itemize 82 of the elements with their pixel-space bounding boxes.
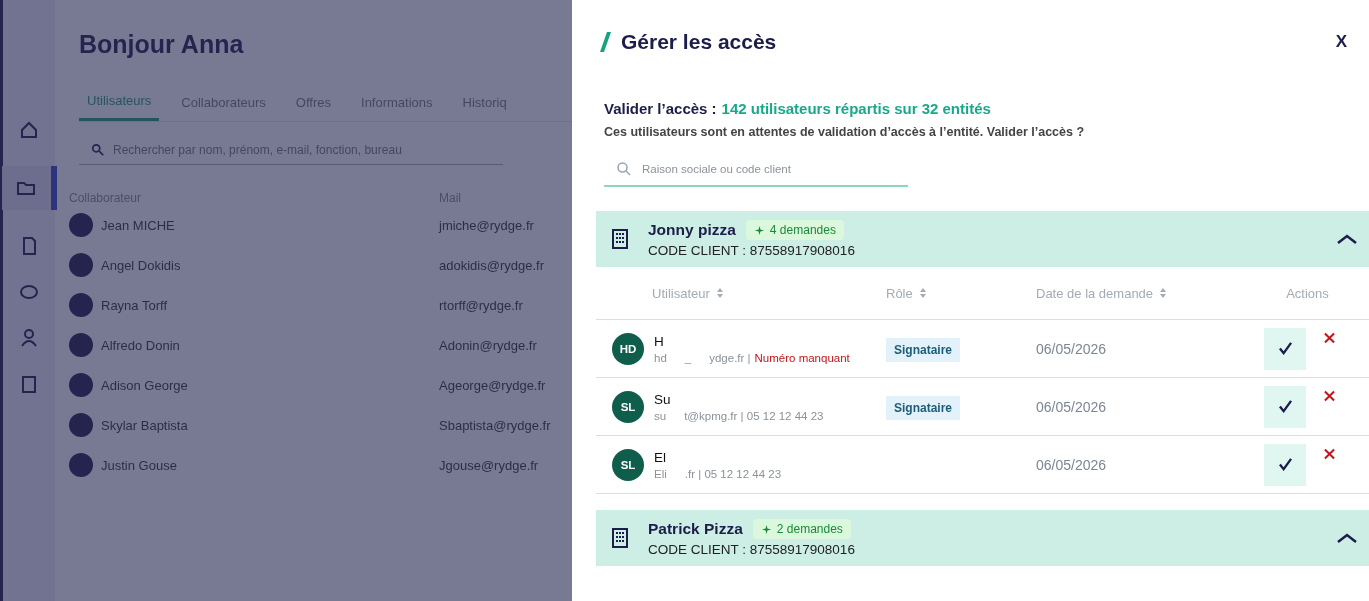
user-contact: su (654, 409, 667, 422)
search-icon (616, 161, 632, 177)
user-contact: hd (654, 351, 667, 364)
chevron-icon[interactable] (1337, 533, 1357, 543)
avatar (69, 453, 93, 477)
user-name: Skylar Baptista (101, 417, 189, 433)
request-count-badge: 4 demandes (745, 220, 844, 240)
entity-header[interactable]: Jonny pizza 4 demandes CODE CLIENT : 87558917908016 (596, 211, 1369, 267)
checkmark-icon (1277, 342, 1293, 355)
tab[interactable]: Utilisateurs (79, 89, 160, 121)
client-code: CODE CLIENT : 87558917908016 (648, 243, 856, 258)
approve-button[interactable] (1264, 443, 1306, 486)
client-code: CODE CLIENT : 87558917908016 (648, 542, 856, 557)
user-name: Justin Gouse (101, 457, 178, 473)
avatar: SL (612, 448, 644, 481)
sort-icon[interactable] (716, 288, 723, 298)
user-email: jmiche@rydge.fr (439, 217, 534, 233)
person-icon[interactable] (19, 328, 39, 348)
close-icon (1324, 389, 1335, 402)
entity-name: Patrick Pizza (648, 520, 743, 538)
building-icon (612, 229, 628, 249)
close-icon (1324, 447, 1335, 460)
avatar (69, 253, 93, 277)
user-email: Adonin@rydge.fr (439, 337, 537, 353)
avatar: HD (612, 332, 644, 365)
request-count-badge: 2 demandes (752, 519, 851, 539)
close-button[interactable]: X (1331, 30, 1351, 54)
avatar (69, 413, 93, 437)
missing-number-warning: Numéro manquant (754, 351, 850, 364)
column-header[interactable]: Utilisateur (652, 285, 710, 301)
intro-label: Valider l’accès : (604, 100, 717, 117)
checkmark-icon (1277, 458, 1293, 471)
approve-button[interactable] (1264, 327, 1306, 370)
entity-header[interactable]: Patrick Pizza 2 demandes CODE CLIENT : 87558917908016 (596, 510, 1369, 566)
role-badge: Signataire (886, 338, 961, 362)
checkmark-icon (1277, 400, 1293, 413)
request-date: 06/05/2026 (1036, 457, 1107, 473)
sort-icon[interactable] (919, 288, 926, 298)
role-badge: Signataire (886, 396, 961, 420)
user-name: El (654, 449, 667, 465)
user-name: Angel Dokidis (101, 257, 182, 273)
user-contact: t@kpmg.fr | 05 12 12 44 23 (684, 409, 824, 422)
user-name: H (654, 333, 665, 349)
user-contact: Eli (654, 467, 667, 480)
building-icon (612, 528, 628, 548)
column-header[interactable]: Date de la demande (1036, 285, 1154, 301)
home-icon[interactable] (19, 120, 39, 140)
user-name: Su (654, 391, 672, 407)
panel-title: Gérer les accès (621, 30, 778, 54)
entity-name: Jonny pizza (648, 221, 736, 239)
avatar (69, 333, 93, 357)
user-contact: .fr | 05 12 12 44 23 (684, 467, 782, 480)
user-contact: ydge.fr | (709, 351, 751, 364)
clipboard-icon[interactable] (19, 374, 39, 394)
user-name: Rayna Torff (101, 297, 168, 313)
intro-count: 142 utilisateurs répartis sur 32 entités (721, 100, 991, 117)
sort-icon[interactable] (1160, 288, 1167, 298)
close-icon (1324, 331, 1335, 344)
page-title: Bonjour Anna (79, 30, 245, 59)
slash-icon (597, 31, 613, 53)
intro-text: Ces utilisateurs sont en attentes de validation d’accès à l’entité. Valider l’accès ? (604, 125, 1086, 139)
approve-button[interactable] (1264, 385, 1306, 428)
user-name: Adison George (101, 377, 189, 393)
user-email: Sbaptista@rydge.fr (439, 417, 551, 433)
user-email: adokidis@rydge.fr (439, 257, 544, 273)
user-email: Jgouse@rydge.fr (439, 457, 539, 473)
avatar (69, 293, 93, 317)
user-name: Jean MICHE (101, 217, 176, 233)
chevron-icon[interactable] (1337, 234, 1357, 244)
column-header[interactable]: Rôle (886, 285, 913, 301)
avatar (69, 213, 93, 237)
chat-icon[interactable] (19, 282, 39, 302)
avatar: SL (612, 390, 644, 423)
search-icon (91, 143, 105, 157)
user-email: rtorff@rydge.fr (439, 297, 523, 313)
user-contact: _ (684, 351, 692, 364)
avatar (69, 373, 93, 397)
user-name: Alfredo Donin (101, 337, 181, 353)
user-email: Ageorge@rydge.fr (439, 377, 546, 393)
request-date: 06/05/2026 (1036, 341, 1107, 357)
request-date: 06/05/2026 (1036, 399, 1107, 415)
column-header: Actions (1285, 285, 1330, 301)
